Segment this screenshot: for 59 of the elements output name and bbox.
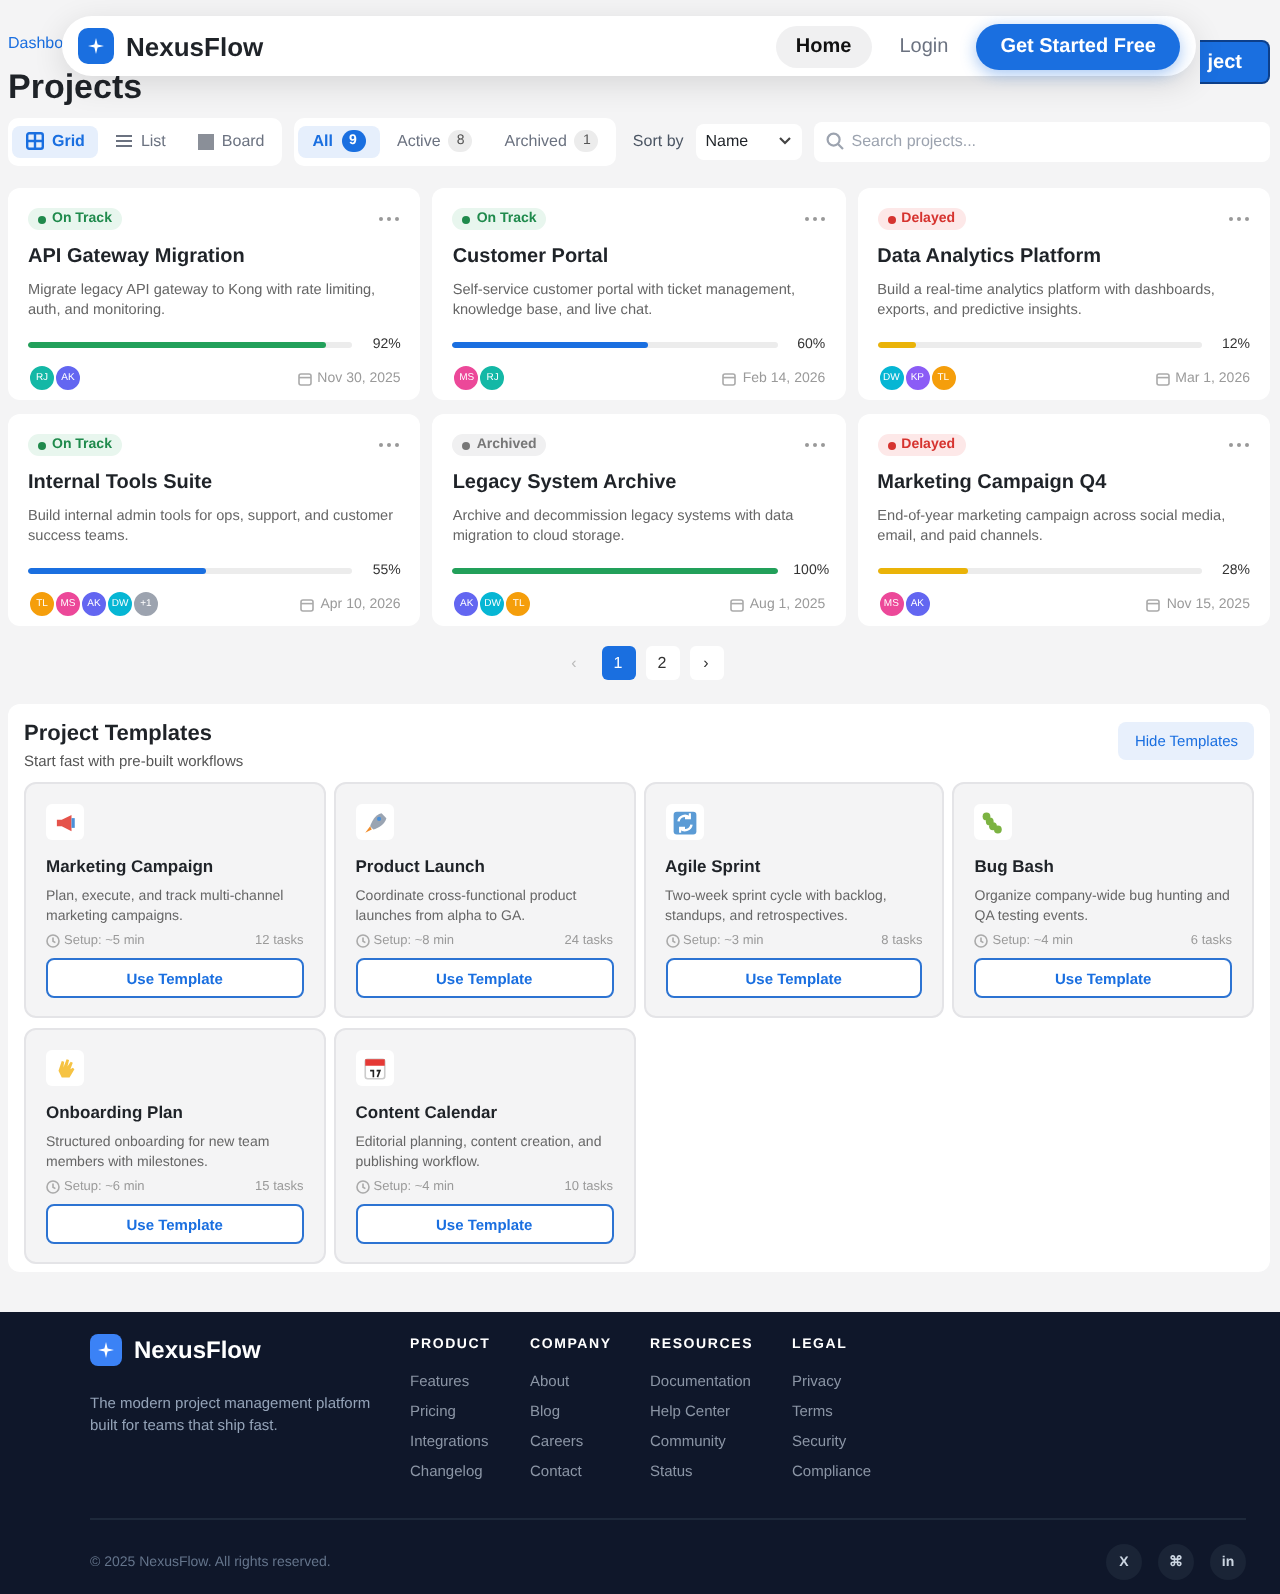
megaphone-icon	[52, 809, 78, 836]
template-title: Content Calendar	[355, 1102, 500, 1123]
view-tab[interactable]: Grid	[12, 125, 99, 157]
nav-link[interactable]: Login	[879, 25, 969, 67]
project-title: API Gateway Migration	[28, 246, 247, 268]
project-title: Marketing Campaign Q4	[877, 472, 1109, 494]
template-title: Product Launch	[355, 856, 487, 877]
caret-icon	[777, 136, 792, 146]
search-field[interactable]: Search projects...	[813, 121, 1270, 161]
project-title: Legacy System Archive	[452, 472, 679, 494]
clock-icon	[355, 934, 370, 949]
more-icon[interactable]	[378, 216, 401, 222]
calendar-icon	[1146, 597, 1161, 611]
new-project-button[interactable]: ject	[1200, 40, 1270, 84]
template-title: Bug Bash	[974, 856, 1056, 877]
page-button[interactable]: 1	[601, 646, 635, 680]
next-page-button[interactable]: ›	[689, 646, 723, 680]
square-icon	[197, 133, 214, 149]
clock-icon	[46, 934, 60, 949]
project-title: Customer Portal	[452, 246, 611, 268]
more-icon[interactable]	[378, 442, 401, 448]
project-title: Internal Tools Suite	[28, 472, 215, 494]
page-title: Projects	[8, 68, 143, 108]
grid-icon	[26, 132, 44, 150]
clock-icon	[46, 1180, 60, 1195]
cycle-icon	[671, 809, 697, 836]
page-button[interactable]: 2	[645, 646, 679, 680]
logo-icon	[90, 1334, 122, 1366]
clock-icon	[355, 1180, 370, 1195]
nav-link[interactable]: Home	[775, 25, 872, 67]
list-icon	[116, 134, 133, 148]
section-title: Project Templates	[24, 722, 214, 746]
template-title: Onboarding Plan	[46, 1102, 185, 1123]
caterpillar-icon	[980, 809, 1007, 836]
project-title: Data Analytics Platform	[877, 246, 1104, 268]
calendar-icon	[300, 597, 315, 611]
breadcrumb-link[interactable]: Dashbo	[8, 34, 64, 52]
brand-name: NexusFlow	[126, 31, 266, 61]
more-icon[interactable]	[1227, 216, 1250, 222]
calendar-icon	[722, 371, 737, 385]
more-icon[interactable]	[1227, 442, 1250, 448]
more-icon[interactable]	[803, 442, 826, 448]
calendar-icon	[1155, 371, 1170, 385]
view-tab[interactable]: List	[102, 125, 180, 157]
brand-name: NexusFlow	[134, 1336, 261, 1364]
clock-icon	[974, 934, 989, 949]
calendar-icon	[729, 597, 744, 611]
calendar-icon	[297, 371, 312, 385]
sort-label: Sort by	[632, 132, 684, 150]
view-tab[interactable]: Board	[183, 125, 279, 157]
logo-icon	[78, 28, 114, 64]
template-title: Marketing Campaign	[46, 856, 216, 877]
sort-select[interactable]: Name	[695, 123, 802, 159]
calendar-icon	[361, 1055, 388, 1082]
get-started-button[interactable]: Get Started Free	[976, 23, 1180, 69]
template-title: Agile Sprint	[665, 856, 763, 877]
more-icon[interactable]	[803, 216, 826, 222]
rocket-icon	[361, 809, 388, 836]
clock-icon	[665, 934, 679, 949]
